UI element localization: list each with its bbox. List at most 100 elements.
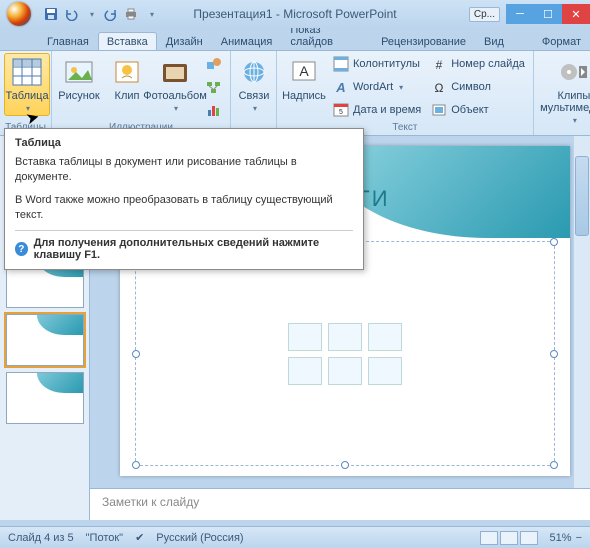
close-button[interactable]: ✕ — [562, 4, 590, 24]
svg-text:Ω: Ω — [435, 81, 444, 95]
group-links: Связи — [231, 51, 277, 135]
zoom-control[interactable]: 51% − — [550, 532, 582, 544]
svg-text:5: 5 — [339, 109, 343, 116]
resize-handle[interactable] — [550, 238, 558, 246]
slide-number-icon: # — [431, 56, 447, 72]
shapes-icon — [206, 56, 222, 72]
insert-picture-icon[interactable] — [288, 357, 322, 385]
tab-review[interactable]: Рецензирование — [372, 32, 475, 50]
media-clips-label: Клипы мультимедиа — [540, 90, 590, 114]
picture-icon — [63, 56, 95, 88]
tab-design[interactable]: Дизайн — [157, 32, 212, 50]
slide-number-button[interactable]: # Номер слайда — [427, 53, 529, 75]
hyperlink-button[interactable]: Связи — [235, 53, 273, 116]
slide-thumbnail[interactable] — [6, 372, 84, 424]
tooltip-body-1: Вставка таблицы в документ или рисование… — [15, 155, 353, 185]
object-label: Объект — [451, 104, 488, 116]
svg-text:#: # — [436, 58, 443, 72]
wordart-button[interactable]: A WordArt — [329, 76, 425, 98]
picture-button[interactable]: Рисунок — [56, 53, 102, 105]
window-title: Презентация1 - Microsoft PowerPoint — [193, 7, 396, 21]
tab-home[interactable]: Главная — [38, 32, 98, 50]
tab-format[interactable]: Формат — [533, 32, 590, 50]
table-icon — [11, 56, 43, 88]
resize-handle[interactable] — [550, 350, 558, 358]
table-button[interactable]: Таблица — [4, 53, 50, 116]
spellcheck-icon[interactable]: ✔ — [135, 531, 144, 544]
slide-thumbnail[interactable] — [6, 314, 84, 366]
smartart-icon — [206, 79, 222, 95]
save-icon — [44, 7, 58, 21]
insert-media-icon[interactable] — [368, 357, 402, 385]
shapes-button[interactable] — [202, 53, 226, 75]
media-clips-button[interactable]: Клипы мультимедиа — [538, 53, 590, 128]
tab-insert[interactable]: Вставка — [98, 32, 157, 50]
group-text: A Надпись Колонтитулы A WordArt 5 Дата и в… — [277, 51, 534, 135]
insert-table-icon[interactable] — [288, 323, 322, 351]
normal-view-button[interactable] — [480, 531, 498, 545]
date-time-button[interactable]: 5 Дата и время — [329, 99, 425, 121]
symbol-icon: Ω — [431, 79, 447, 95]
media-icon — [558, 56, 590, 88]
qat-undo-dropdown[interactable] — [82, 5, 100, 23]
quick-access-toolbar — [38, 5, 164, 23]
maximize-button[interactable]: ☐ — [534, 4, 562, 24]
insert-chart-icon[interactable] — [328, 323, 362, 351]
insert-clipart-icon[interactable] — [328, 357, 362, 385]
clipart-icon — [111, 56, 143, 88]
chart-icon — [206, 102, 222, 118]
resize-handle[interactable] — [132, 350, 140, 358]
qat-customize-dropdown[interactable] — [142, 5, 160, 23]
print-icon — [124, 7, 138, 21]
object-button[interactable]: Объект — [427, 99, 529, 121]
photoalbum-icon — [159, 56, 191, 88]
insert-smartart-icon[interactable] — [368, 323, 402, 351]
office-button[interactable] — [0, 0, 38, 28]
slide-counter: Слайд 4 из 5 — [8, 532, 74, 544]
qat-redo-button[interactable] — [102, 5, 120, 23]
qat-print-button[interactable] — [122, 5, 140, 23]
sorter-view-button[interactable] — [500, 531, 518, 545]
textbox-button[interactable]: A Надпись — [281, 53, 327, 105]
title-bar: Презентация1 - Microsoft PowerPoint Ср..… — [0, 0, 590, 28]
header-footer-button[interactable]: Колонтитулы — [329, 53, 425, 75]
tab-view[interactable]: Вид — [475, 32, 513, 50]
date-time-label: Дата и время — [353, 104, 421, 116]
window-controls: ─ ☐ ✕ — [506, 4, 590, 24]
resize-handle[interactable] — [550, 461, 558, 469]
slideshow-view-button[interactable] — [520, 531, 538, 545]
undo-icon — [64, 7, 78, 21]
zoom-out-button[interactable]: − — [576, 532, 582, 544]
zoom-level: 51% — [550, 532, 572, 544]
status-bar: Слайд 4 из 5 "Поток" ✔ Русский (Россия) … — [0, 526, 590, 548]
language-status[interactable]: Русский (Россия) — [156, 532, 243, 544]
symbol-button[interactable]: ΩСимвол — [427, 76, 529, 98]
qat-undo-button[interactable] — [62, 5, 80, 23]
tooltip-title: Таблица — [15, 137, 353, 149]
office-orb-icon — [7, 2, 31, 26]
minimize-button[interactable]: ─ — [506, 4, 534, 24]
vertical-scrollbar[interactable] — [574, 136, 590, 488]
wordart-label: WordArt — [353, 81, 393, 93]
hyperlink-button-label: Связи — [239, 90, 270, 102]
content-placeholder[interactable] — [135, 241, 555, 466]
qat-save-button[interactable] — [42, 5, 60, 23]
chart-button[interactable] — [202, 99, 226, 121]
scrollbar-thumb[interactable] — [575, 156, 589, 236]
notes-pane[interactable]: Заметки к слайду — [90, 488, 590, 520]
smartart-button[interactable] — [202, 76, 226, 98]
language-indicator[interactable]: Ср... — [469, 7, 500, 22]
wordart-icon: A — [333, 79, 349, 95]
ribbon-tabs: Главная Вставка Дизайн Анимация Показ сл… — [0, 28, 590, 50]
header-footer-label: Колонтитулы — [353, 58, 420, 70]
picture-button-label: Рисунок — [58, 90, 100, 102]
textbox-button-label: Надпись — [282, 90, 326, 102]
hyperlink-icon — [238, 56, 270, 88]
resize-handle[interactable] — [341, 461, 349, 469]
help-icon: ? — [15, 242, 28, 256]
tab-animations[interactable]: Анимация — [212, 32, 282, 50]
slide-number-label: Номер слайда — [451, 58, 525, 70]
photoalbum-button[interactable]: Фотоальбом — [152, 53, 198, 116]
resize-handle[interactable] — [132, 461, 140, 469]
view-buttons — [480, 531, 538, 545]
